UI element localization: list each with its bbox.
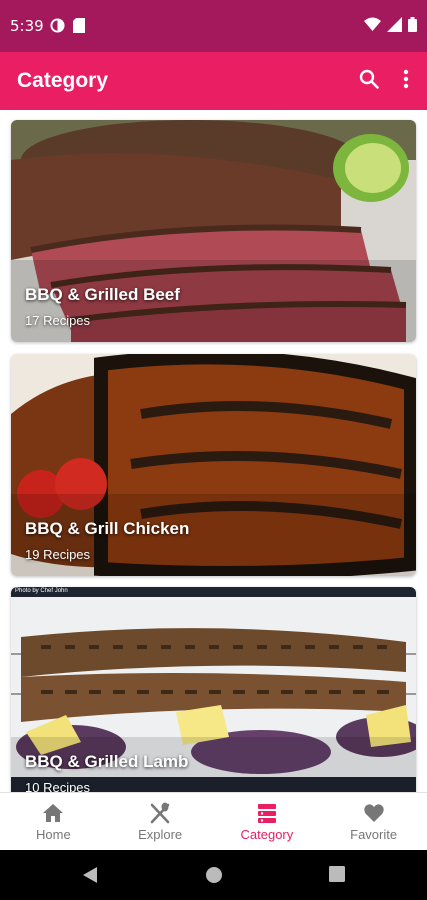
nav-label: Home xyxy=(36,826,71,842)
home-circle-icon[interactable] xyxy=(205,866,223,884)
status-bar: 5:39 xyxy=(0,0,427,52)
beef-photo xyxy=(11,120,416,342)
photo-credit: Photo by Chef John xyxy=(15,588,68,594)
nav-item-favorite[interactable]: Favorite xyxy=(320,793,427,850)
category-card-chicken[interactable]: BBQ & Grill Chicken 19 Recipes xyxy=(11,354,416,576)
nav-label: Category xyxy=(240,826,294,842)
category-list[interactable]: BBQ & Grilled Beef 17 Recipes BBQ & Gril… xyxy=(0,110,427,792)
nav-item-home[interactable]: Home xyxy=(0,793,107,850)
sd-card-icon xyxy=(73,18,85,33)
category-title: BBQ & Grilled Lamb xyxy=(25,752,189,771)
chicken-photo xyxy=(11,354,416,576)
signal-icon xyxy=(387,17,402,32)
category-title: BBQ & Grilled Beef xyxy=(25,285,180,304)
back-icon[interactable] xyxy=(82,866,98,884)
system-nav-bar xyxy=(0,850,427,900)
search-icon[interactable] xyxy=(359,69,379,89)
status-time: 5:39 xyxy=(10,17,44,35)
more-vert-icon[interactable] xyxy=(403,69,409,89)
category-card-beef[interactable]: BBQ & Grilled Beef 17 Recipes xyxy=(11,120,416,342)
category-card-lamb[interactable]: Photo by Chef John BBQ & Grilled Lamb 10… xyxy=(11,587,416,792)
home-icon xyxy=(43,803,64,822)
status-system-icons xyxy=(364,17,417,32)
nav-label: Explore xyxy=(138,826,183,842)
battery-icon xyxy=(408,17,417,32)
status-notification-icons xyxy=(50,18,85,33)
wifi-icon xyxy=(364,17,381,31)
category-title: BBQ & Grill Chicken xyxy=(25,519,190,538)
heart-icon xyxy=(363,803,384,822)
nav-item-explore[interactable]: Explore xyxy=(107,793,214,850)
recents-icon[interactable] xyxy=(329,866,345,882)
category-icon xyxy=(257,803,276,823)
recipe-count: 10 Recipes xyxy=(25,780,91,792)
app-bar: Category xyxy=(0,52,427,110)
utensils-icon xyxy=(150,802,170,823)
nav-item-category[interactable]: Category xyxy=(214,793,321,850)
data-saver-icon xyxy=(50,18,65,33)
recipe-count: 19 Recipes xyxy=(25,547,91,562)
nav-label: Favorite xyxy=(350,826,398,842)
bottom-nav: Home Explore Category Favorite xyxy=(0,792,427,850)
page-title: Category xyxy=(17,69,109,92)
recipe-count: 17 Recipes xyxy=(25,313,91,328)
